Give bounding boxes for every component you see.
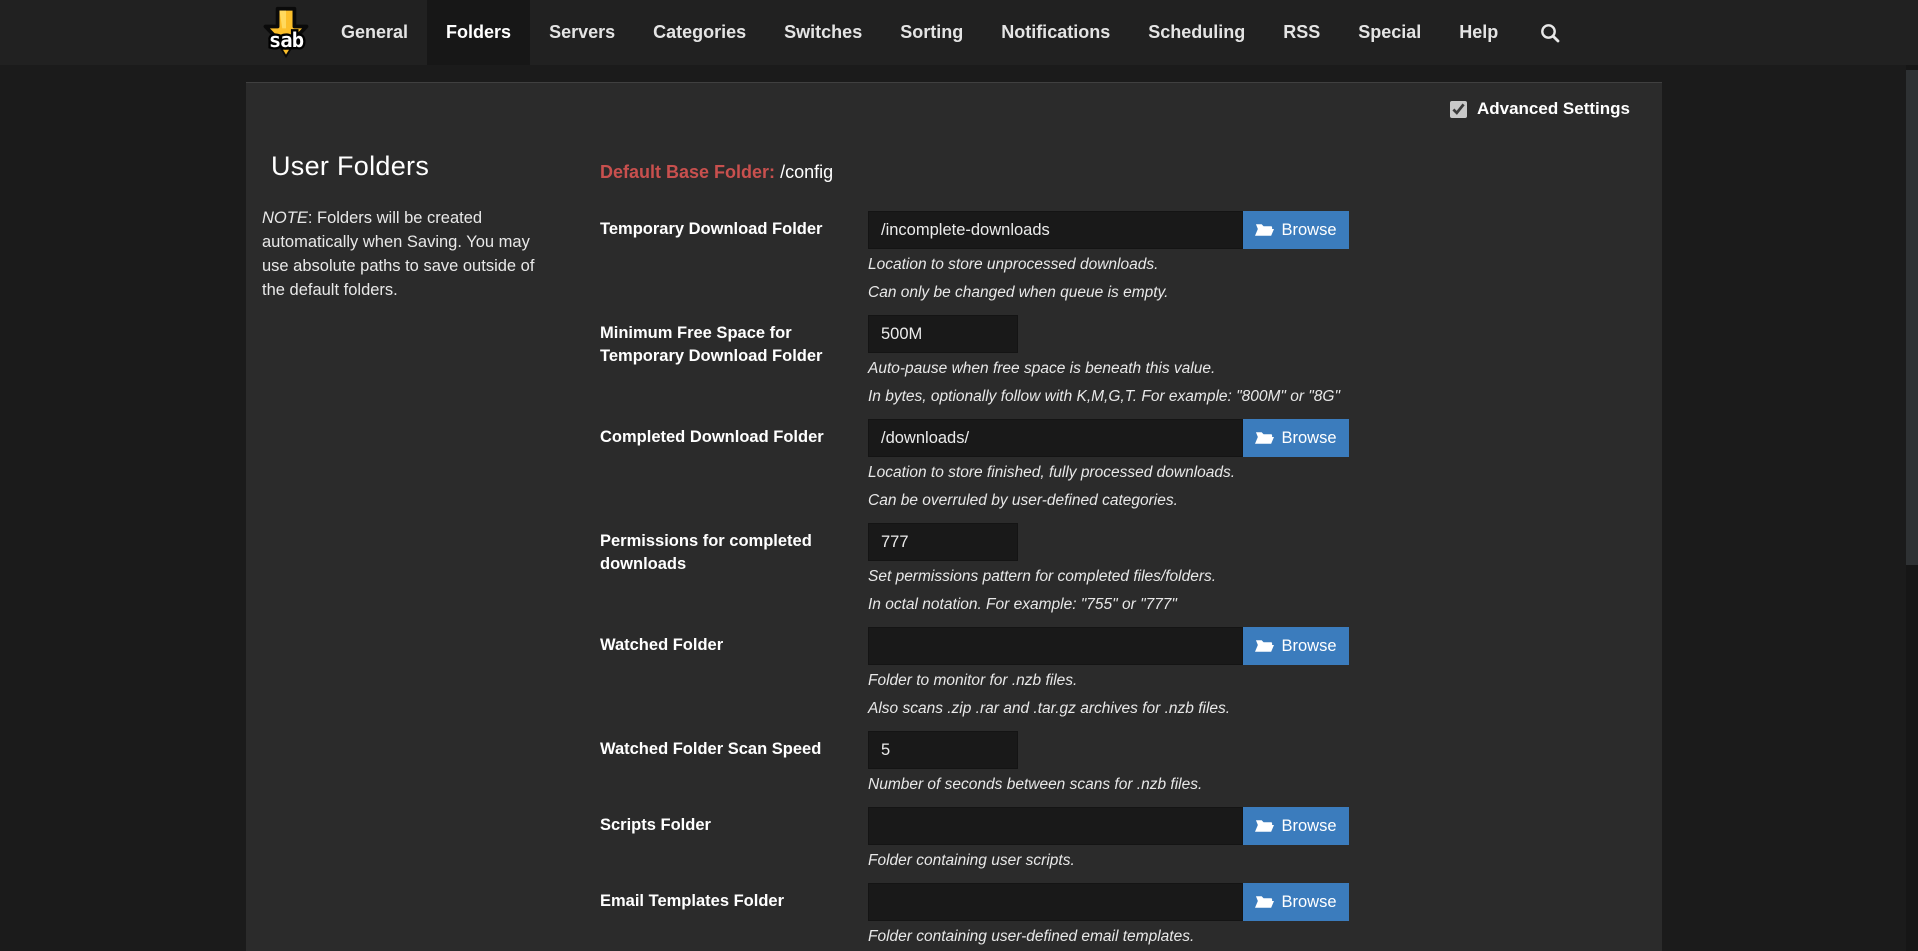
watched-folder-input[interactable]: [868, 627, 1243, 665]
field-label: Temporary Download Folder: [600, 211, 868, 307]
nav-search-button[interactable]: [1517, 0, 1583, 65]
browse-label: Browse: [1281, 893, 1336, 912]
nav-item-folders[interactable]: Folders: [427, 0, 530, 65]
field-label: Minimum Free Space for Temporary Downloa…: [600, 315, 868, 411]
folder-open-icon: [1255, 430, 1274, 446]
field-help: Set permissions pattern for completed fi…: [868, 563, 1216, 619]
nav-item-switches[interactable]: Switches: [765, 0, 881, 65]
scripts-folder-input[interactable]: [868, 807, 1243, 845]
folder-open-icon: [1255, 818, 1274, 834]
field-label: Scripts Folder: [600, 807, 868, 875]
browse-label: Browse: [1281, 817, 1336, 836]
field-help: Number of seconds between scans for .nzb…: [868, 771, 1202, 799]
row-permissions: Permissions for completed downloads Set …: [600, 523, 1400, 619]
row-watched-folder-scan-speed: Watched Folder Scan Speed Number of seco…: [600, 731, 1400, 799]
default-base-folder-value: /config: [780, 162, 833, 182]
advanced-settings-toggle: Advanced Settings: [1450, 99, 1630, 119]
default-base-folder-line: Default Base Folder: /config: [600, 159, 1400, 185]
sab-arrow-logo-icon: sab: [258, 5, 314, 61]
field-label: Watched Folder: [600, 627, 868, 723]
permissions-input[interactable]: [868, 523, 1018, 561]
minimum-free-space-input[interactable]: [868, 315, 1018, 353]
folders-form: Default Base Folder: /config Temporary D…: [600, 151, 1400, 951]
section-sidebar: User Folders NOTE: Folders will be creat…: [262, 151, 562, 302]
folder-open-icon: [1255, 222, 1274, 238]
scan-speed-input[interactable]: [868, 731, 1018, 769]
browse-button[interactable]: Browse: [1243, 807, 1349, 845]
field-label: Email Templates Folder: [600, 883, 868, 951]
top-navbar: sab General Folders Servers Categories S…: [0, 0, 1918, 65]
browse-button[interactable]: Browse: [1243, 883, 1349, 921]
field-help: Auto-pause when free space is beneath th…: [868, 355, 1340, 411]
nav-item-notifications[interactable]: Notifications: [982, 0, 1129, 65]
browse-label: Browse: [1281, 429, 1336, 448]
nav-item-help[interactable]: Help: [1440, 0, 1517, 65]
email-templates-folder-input[interactable]: [868, 883, 1243, 921]
nav-item-general[interactable]: General: [322, 0, 427, 65]
row-watched-folder: Watched Folder Browse Folder to monitor …: [600, 627, 1400, 723]
nav-item-scheduling[interactable]: Scheduling: [1129, 0, 1264, 65]
search-icon: [1539, 22, 1561, 44]
nav-item-servers[interactable]: Servers: [530, 0, 634, 65]
field-label: Watched Folder Scan Speed: [600, 731, 868, 799]
row-email-templates-folder: Email Templates Folder Browse Folder con…: [600, 883, 1400, 951]
row-completed-download-folder: Completed Download Folder Browse Locatio…: [600, 419, 1400, 515]
svg-text:sab: sab: [269, 27, 304, 51]
browse-button[interactable]: Browse: [1243, 211, 1349, 249]
nav-item-categories[interactable]: Categories: [634, 0, 765, 65]
browse-button[interactable]: Browse: [1243, 627, 1349, 665]
folder-open-icon: [1255, 638, 1274, 654]
completed-download-folder-input[interactable]: [868, 419, 1243, 457]
page-title: User Folders: [271, 151, 562, 182]
section-note: NOTE: Folders will be created automatica…: [262, 206, 547, 302]
browse-label: Browse: [1281, 637, 1336, 656]
row-temporary-download-folder: Temporary Download Folder Browse Locatio…: [600, 211, 1400, 307]
field-help: Location to store finished, fully proces…: [868, 459, 1349, 515]
page-scrollbar-thumb[interactable]: [1906, 70, 1918, 565]
note-prefix: NOTE: [262, 209, 308, 227]
folder-open-icon: [1255, 894, 1274, 910]
nav-list: General Folders Servers Categories Switc…: [322, 0, 1583, 65]
field-label: Completed Download Folder: [600, 419, 868, 515]
field-help: Folder to monitor for .nzb files. Also s…: [868, 667, 1349, 723]
browse-button[interactable]: Browse: [1243, 419, 1349, 457]
sabnzbd-logo[interactable]: sab: [258, 0, 318, 65]
row-scripts-folder: Scripts Folder Browse Folder containing …: [600, 807, 1400, 875]
nav-item-rss[interactable]: RSS: [1264, 0, 1339, 65]
config-panel: Advanced Settings User Folders NOTE: Fol…: [246, 82, 1662, 951]
field-label: Permissions for completed downloads: [600, 523, 868, 619]
advanced-settings-label: Advanced Settings: [1477, 99, 1630, 119]
temporary-download-folder-input[interactable]: [868, 211, 1243, 249]
browse-label: Browse: [1281, 221, 1336, 240]
advanced-settings-checkbox[interactable]: [1450, 101, 1467, 118]
nav-item-sorting[interactable]: Sorting: [881, 0, 982, 65]
field-help: Location to store unprocessed downloads.…: [868, 251, 1349, 307]
default-base-folder-label: Default Base Folder:: [600, 162, 775, 182]
field-help: Folder containing user scripts.: [868, 847, 1349, 875]
field-help: Folder containing user-defined email tem…: [868, 923, 1349, 951]
row-minimum-free-space: Minimum Free Space for Temporary Downloa…: [600, 315, 1400, 411]
nav-item-special[interactable]: Special: [1339, 0, 1440, 65]
